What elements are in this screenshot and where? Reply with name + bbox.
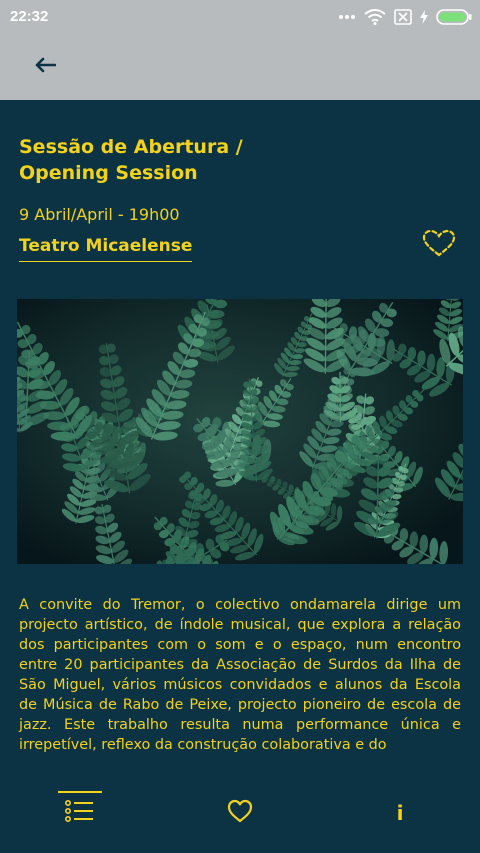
nav-list-tab[interactable] [20,773,140,853]
event-description: A convite do Tremor, o colectivo ondamar… [19,597,461,753]
fern-leaves-photo [17,299,463,564]
arrow-left-icon [34,57,57,77]
battery-icon [436,9,472,25]
info-icon: i [396,801,404,825]
event-image [17,299,463,564]
event-title-line1: Sessão de Abertura / [19,136,243,158]
no-sim-icon [394,9,412,25]
event-title-line2: Opening Session [19,162,198,184]
event-detail-content[interactable]: Sessão de Abertura / Opening Session 9 A… [0,100,480,773]
venue-link[interactable]: Teatro Micaelense [19,234,193,262]
event-date: 9 Abril/April - 19h00 [19,205,180,224]
status-icons [338,6,472,28]
wifi-icon [364,9,386,25]
heart-outline-dotted-icon [420,229,458,262]
status-bar: 22:32 [0,0,480,34]
nav-info-tab[interactable]: i [340,773,460,853]
status-time: 22:32 [10,8,49,25]
list-icon [64,799,95,826]
bottom-nav: i [0,773,480,853]
heart-icon [227,799,253,827]
back-button[interactable] [30,54,60,80]
event-title: Sessão de Abertura / Opening Session [19,134,439,186]
more-dots-icon [338,14,356,20]
app-bar [0,34,480,100]
charging-icon [420,10,428,24]
nav-favorites-tab[interactable] [180,773,300,853]
favorite-button[interactable] [420,228,458,258]
